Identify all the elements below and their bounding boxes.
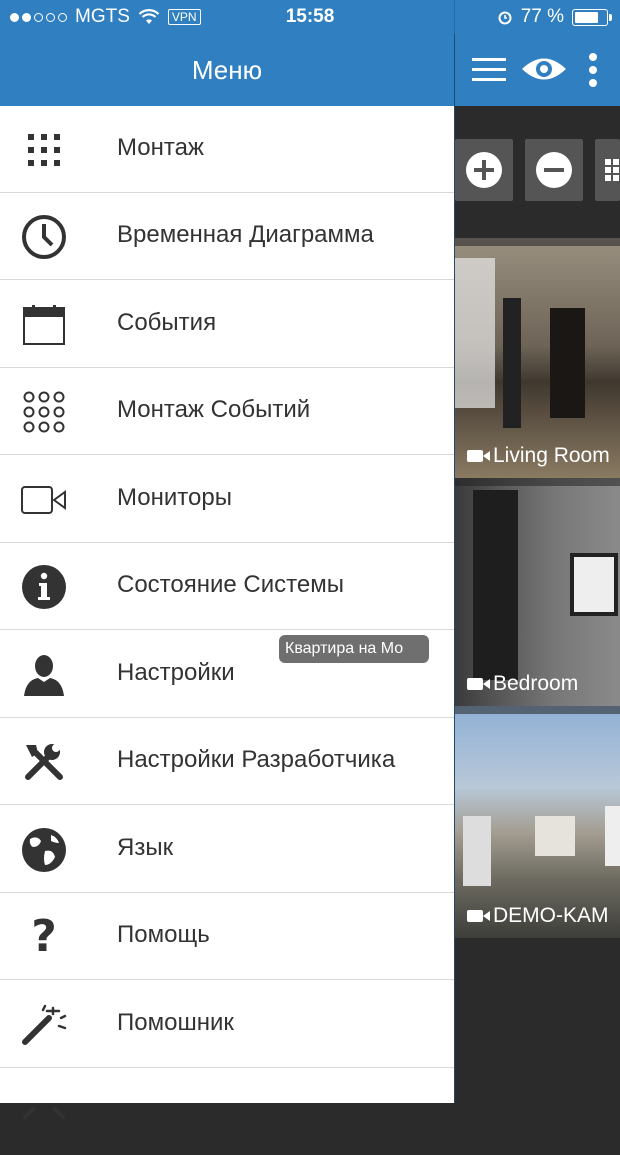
grid-small-icon	[605, 159, 619, 181]
door-frame	[473, 490, 518, 680]
camera-label: Living Room	[467, 444, 610, 468]
video-camera-icon	[467, 450, 490, 462]
menu-item-developer-settings[interactable]: Настройки Разработчика	[0, 718, 454, 805]
menu-item-label: Мониторы	[117, 484, 232, 511]
camera-name: Bedroom	[493, 672, 579, 695]
monitor-name-toast: Квартира на Мо	[279, 635, 429, 663]
calendar-icon	[20, 302, 68, 348]
camera-label: Bedroom	[467, 672, 578, 696]
menu-item-help[interactable]: ? Помощь	[0, 893, 454, 980]
menu-title: Меню	[191, 54, 263, 85]
main-header	[455, 34, 620, 106]
menu-item-partial[interactable]	[0, 1068, 454, 1155]
eye-icon[interactable]	[520, 54, 568, 84]
plus-circle-icon	[466, 152, 502, 188]
video-camera-icon	[467, 910, 490, 922]
side-menu: Монтаж Временная Диаграмма События Монта…	[0, 106, 454, 1119]
menu-item-label: Язык	[117, 834, 174, 861]
menu-item-monitors[interactable]: Мониторы	[0, 456, 454, 543]
building	[535, 816, 575, 856]
menu-item-label: Временная Диаграмма	[117, 221, 374, 248]
more-vertical-icon[interactable]	[588, 52, 598, 88]
battery-icon	[572, 8, 612, 26]
status-right: 77 %	[497, 6, 612, 28]
magic-wand-icon	[20, 1002, 68, 1048]
menu-item-label: Настройки Разработчика	[117, 746, 396, 773]
door-frame	[503, 298, 521, 428]
doorway	[550, 308, 585, 418]
menu-item-label: Монтаж Событий	[117, 396, 311, 423]
menu-item-label: Помощь	[117, 921, 210, 948]
user-icon	[20, 652, 68, 698]
code-icon	[20, 1092, 68, 1138]
globe-icon	[20, 827, 68, 873]
menu-item-language[interactable]: Язык	[0, 806, 454, 893]
menu-item-label: Помошник	[117, 1009, 234, 1036]
menu-item-montage[interactable]: Монтаж	[0, 106, 454, 193]
camera-osd	[455, 478, 620, 486]
info-icon	[20, 564, 68, 610]
window-light	[570, 553, 618, 616]
camera-name: Living Room	[493, 444, 610, 467]
camera-feed-living-room[interactable]: Living Room	[455, 238, 620, 478]
menu-header: Меню	[0, 34, 454, 106]
building	[463, 816, 491, 886]
clock-icon	[20, 214, 68, 260]
menu-item-system-status[interactable]: Состояние Системы	[0, 543, 454, 630]
building	[605, 806, 620, 866]
menu-item-wizard[interactable]: Помошник	[0, 981, 454, 1068]
hamburger-icon[interactable]	[472, 56, 506, 84]
camera-feed-bedroom[interactable]: Bedroom	[455, 478, 620, 706]
camera-osd	[455, 238, 620, 246]
video-camera-icon	[467, 678, 490, 690]
window-light	[455, 258, 495, 408]
menu-item-label: Монтаж	[117, 134, 204, 161]
layout-button[interactable]	[595, 139, 620, 201]
zoom-out-button[interactable]	[525, 139, 583, 201]
video-camera-icon	[20, 477, 68, 523]
menu-item-events[interactable]: События	[0, 281, 454, 368]
grid-icon	[20, 127, 68, 173]
menu-item-label: Состояние Системы	[117, 571, 344, 598]
camera-name: DEMO-KAM	[493, 904, 609, 927]
camera-osd	[455, 706, 620, 714]
tools-icon	[20, 739, 68, 785]
minus-circle-icon	[536, 152, 572, 188]
menu-item-timeline[interactable]: Временная Диаграмма	[0, 193, 454, 280]
alarm-icon	[498, 11, 512, 25]
camera-label: DEMO-KAM	[467, 904, 609, 928]
battery-percent: 77 %	[520, 6, 564, 27]
status-bar: MGTS VPN 15:58 77 %	[0, 0, 620, 34]
menu-item-event-montage[interactable]: Монтаж Событий	[0, 368, 454, 455]
camera-feed-demo[interactable]: DEMO-KAM	[455, 706, 620, 938]
question-icon: ?	[31, 911, 57, 962]
circles-grid-icon	[20, 389, 68, 435]
menu-item-label: Настройки	[117, 659, 235, 686]
menu-item-label: События	[117, 309, 217, 336]
zoom-in-button[interactable]	[455, 139, 513, 201]
